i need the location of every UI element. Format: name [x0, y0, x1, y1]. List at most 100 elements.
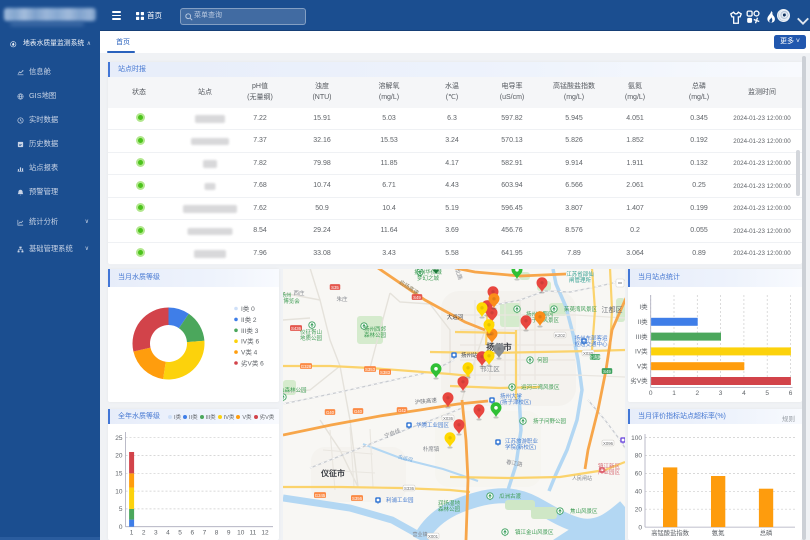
svg-text:4: 4: [166, 529, 170, 536]
svg-text:扬子问野公园: 扬子问野公园: [533, 417, 567, 425]
svg-text:银山森林公园: 银山森林公园: [283, 386, 307, 394]
svg-text:III类: III类: [636, 331, 648, 340]
svg-text:S49: S49: [413, 295, 421, 300]
svg-text:1: 1: [672, 390, 676, 397]
svg-text:6: 6: [190, 529, 194, 536]
svg-text:扬州大学: 扬州大学: [500, 392, 523, 400]
svg-text:G40: G40: [354, 409, 363, 414]
svg-text:II类: II类: [638, 317, 649, 326]
svg-text:5: 5: [119, 506, 123, 513]
svg-text:X036: X036: [443, 416, 454, 421]
svg-text:镇江金山风景区: 镇江金山风景区: [515, 528, 554, 536]
svg-text:S49: S49: [603, 369, 611, 374]
svg-text:产业园区: 产业园区: [598, 468, 621, 476]
svg-text:森林公园: 森林公园: [364, 331, 387, 339]
svg-text:III类 3: III类 3: [241, 325, 259, 334]
svg-text:瓜洲古渡: 瓜洲古渡: [499, 492, 522, 500]
svg-text:G42: G42: [398, 408, 407, 413]
svg-text:大运河: 大运河: [447, 313, 464, 321]
svg-text:S35: S35: [331, 285, 339, 290]
svg-text:G40: G40: [326, 410, 335, 415]
svg-text:60: 60: [635, 470, 643, 477]
svg-text:G328: G328: [301, 364, 312, 369]
svg-text:(扬子津校区): (扬子津校区): [500, 398, 531, 406]
svg-text:0: 0: [638, 524, 642, 531]
svg-text:20: 20: [635, 506, 643, 513]
svg-text:润扬湿地: 润扬湿地: [438, 499, 461, 507]
svg-text:20: 20: [115, 452, 123, 459]
svg-text:镇江新区: 镇江新区: [598, 462, 621, 470]
svg-text:4: 4: [742, 390, 746, 397]
svg-text:S353: S353: [365, 367, 376, 372]
svg-text:I类 0: I类 0: [241, 304, 255, 313]
svg-text:扬州东部客运: 扬州东部客运: [574, 334, 608, 342]
svg-text:朱庄: 朱庄: [336, 295, 348, 303]
svg-text:12: 12: [261, 529, 269, 536]
svg-text:人民闸站: 人民闸站: [572, 475, 592, 482]
svg-text:K202: K202: [555, 333, 566, 338]
svg-text:8: 8: [215, 529, 219, 536]
svg-text:地质公园: 地质公园: [300, 334, 323, 342]
svg-text:1: 1: [130, 529, 134, 536]
svg-text:IV类: IV类: [635, 346, 648, 355]
svg-text:扬州西郊: 扬州西郊: [364, 325, 387, 333]
svg-text:40: 40: [635, 488, 643, 495]
svg-text:80: 80: [635, 452, 643, 459]
svg-text:10: 10: [237, 529, 245, 536]
svg-text:3: 3: [719, 390, 723, 397]
svg-text:10: 10: [115, 488, 123, 495]
svg-text:6: 6: [789, 390, 793, 397]
svg-text:仪征胥山: 仪征胥山: [300, 328, 322, 336]
svg-text:S356: S356: [352, 496, 363, 501]
svg-text:何园: 何园: [537, 356, 549, 364]
svg-text:仪征市: 仪征市: [320, 468, 345, 478]
svg-text:焦山风景区: 焦山风景区: [570, 507, 598, 515]
svg-text:3: 3: [154, 529, 158, 536]
svg-text:I类: I类: [639, 302, 648, 311]
svg-text:闸管理所: 闸管理所: [569, 276, 592, 284]
svg-text:朴席镇: 朴席镇: [423, 445, 440, 453]
svg-text:25: 25: [115, 434, 123, 441]
svg-text:园艺博览会: 园艺博览会: [283, 297, 300, 305]
svg-text:江苏省邵仙: 江苏省邵仙: [566, 270, 594, 278]
svg-text:枢纽交通中心: 枢纽交通中心: [574, 340, 608, 348]
svg-text:江都区: 江都区: [602, 306, 623, 314]
svg-text:IV类 6: IV类 6: [241, 336, 259, 345]
svg-text:V类 4: V类 4: [241, 347, 258, 356]
svg-text:9: 9: [227, 529, 231, 536]
svg-text:茱萸湾风景区: 茱萸湾风景区: [564, 305, 598, 313]
svg-text:学院(新校区): 学院(新校区): [505, 443, 536, 451]
svg-text:G345: G345: [315, 493, 326, 498]
svg-text:劣V类 6: 劣V类 6: [241, 358, 264, 367]
svg-text:森林公园: 森林公园: [438, 505, 461, 513]
svg-text:金湾路: 金湾路: [589, 354, 603, 361]
svg-text:100: 100: [631, 434, 642, 441]
svg-text:劣V类: 劣V类: [630, 376, 648, 385]
svg-text:X096: X096: [603, 441, 614, 446]
svg-text:S336: S336: [404, 486, 415, 491]
svg-text:氨氮: 氨氮: [712, 528, 725, 537]
svg-text:梦幻之城: 梦幻之城: [417, 274, 440, 282]
svg-text:15: 15: [115, 470, 123, 477]
svg-text:11: 11: [250, 529, 257, 536]
svg-text:X001: X001: [428, 534, 439, 539]
svg-text:II类 2: II类 2: [241, 314, 257, 323]
svg-text:2: 2: [695, 390, 699, 397]
svg-text:5: 5: [765, 390, 769, 397]
svg-text:高锰酸盐指数: 高锰酸盐指数: [651, 528, 689, 537]
svg-text:5: 5: [178, 529, 182, 536]
svg-text:7: 7: [203, 529, 207, 536]
svg-text:总磷: 总磷: [760, 528, 773, 537]
svg-text:扬州站: 扬州站: [461, 351, 478, 359]
svg-text:S383: S383: [380, 370, 391, 375]
svg-text:2: 2: [142, 529, 146, 536]
svg-text:华腾工业园区: 华腾工业园区: [416, 421, 450, 429]
svg-text:V类: V类: [637, 361, 648, 370]
svg-text:江苏旅游职业: 江苏旅游职业: [505, 437, 539, 445]
svg-text:运河三湾风景区: 运河三湾风景区: [521, 383, 560, 391]
svg-text:0: 0: [649, 390, 653, 397]
svg-text:西庄: 西庄: [293, 289, 305, 297]
svg-text:利浦工业园: 利浦工业园: [386, 496, 414, 504]
svg-text:0: 0: [119, 523, 123, 530]
svg-text:营业镇: 营业镇: [412, 531, 427, 538]
